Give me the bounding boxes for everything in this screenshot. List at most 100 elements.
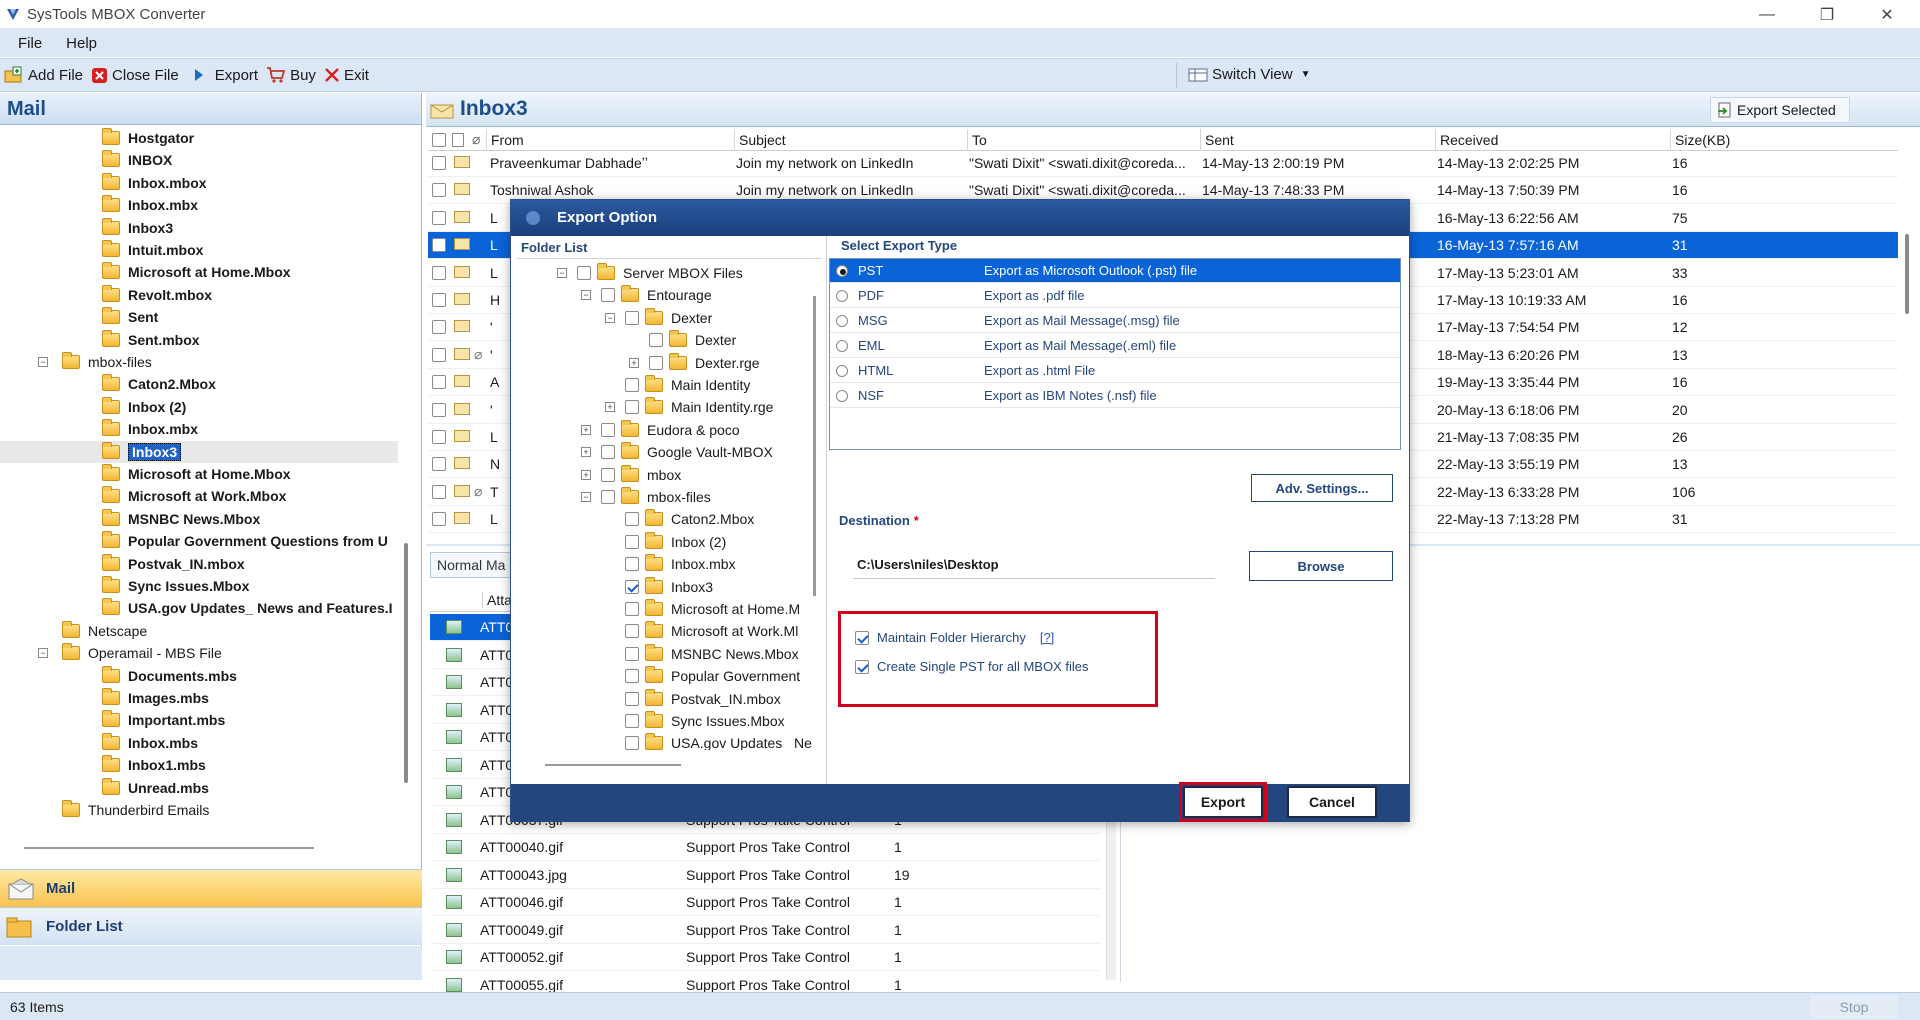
row-checkbox[interactable] bbox=[432, 402, 446, 417]
tree-item[interactable]: Microsoft at Work.Mbox bbox=[102, 485, 286, 507]
dialog-folder-item[interactable]: + Main Identity.rge bbox=[605, 396, 773, 418]
stop-button[interactable]: Stop bbox=[1810, 995, 1898, 1019]
tree-item[interactable]: Sync Issues.Mbox bbox=[102, 575, 249, 597]
tree-item[interactable]: Inbox.mbx bbox=[102, 194, 198, 216]
dialog-folder-item[interactable]: Microsoft at Home.M bbox=[625, 598, 800, 620]
tree-item[interactable]: Inbox.mbs bbox=[102, 732, 198, 754]
dialog-folder-item[interactable]: Inbox3 bbox=[625, 576, 713, 598]
collapse-icon[interactable]: − bbox=[38, 357, 48, 367]
folder-checkbox[interactable] bbox=[625, 669, 639, 684]
attachment-row[interactable]: ATT00049.gif Support Pros Take Control 1 bbox=[430, 917, 1100, 944]
attachment-row[interactable]: ATT00046.gif Support Pros Take Control 1 bbox=[430, 889, 1100, 916]
attachment-row[interactable]: ATT00043.jpg Support Pros Take Control 19 bbox=[430, 862, 1100, 889]
tree-item[interactable]: Hostgator bbox=[102, 127, 194, 149]
export-type-radio[interactable] bbox=[836, 364, 848, 377]
row-checkbox[interactable] bbox=[432, 156, 446, 170]
buy-button[interactable]: Buy bbox=[266, 66, 316, 84]
folder-checkbox[interactable] bbox=[625, 624, 639, 639]
dialog-folder-item[interactable]: MSNBC News.Mbox bbox=[625, 643, 799, 665]
tree-item[interactable]: Images.mbs bbox=[102, 687, 209, 709]
dialog-folder-item[interactable]: Caton2.Mbox bbox=[625, 508, 754, 530]
collapse-icon[interactable]: − bbox=[557, 268, 567, 278]
export-type-radio[interactable] bbox=[836, 264, 848, 277]
folder-checkbox[interactable] bbox=[625, 579, 639, 594]
dialog-folder-item[interactable]: Dexter bbox=[649, 329, 736, 351]
tree-item[interactable]: Microsoft at Home.Mbox bbox=[102, 261, 291, 283]
col-sent[interactable]: Sent bbox=[1200, 129, 1435, 151]
tree-item[interactable]: Unread.mbs bbox=[102, 777, 209, 799]
message-row[interactable]: Praveenkumar Dabhadeʼʼ Join my network on… bbox=[428, 150, 1898, 177]
single-pst-row[interactable]: Create Single PST for all MBOX files bbox=[855, 659, 1088, 674]
attachment-row[interactable]: ATT00040.gif Support Pros Take Control 1 bbox=[430, 834, 1100, 861]
add-file-button[interactable]: Add File bbox=[4, 66, 83, 84]
close-file-button[interactable]: Close File bbox=[91, 67, 179, 84]
dialog-folder-item[interactable]: − Entourage bbox=[581, 284, 712, 306]
nav-mail-button[interactable]: Mail bbox=[0, 869, 422, 907]
export-type-radio[interactable] bbox=[836, 289, 848, 302]
folder-checkbox[interactable] bbox=[625, 736, 639, 750]
row-checkbox[interactable] bbox=[432, 265, 446, 280]
export-type-option[interactable]: PST Export as Microsoft Outlook (.pst) fi… bbox=[830, 259, 1400, 283]
dialog-folder-item[interactable]: − mbox-files bbox=[581, 486, 711, 508]
attachment-col-name[interactable]: Atta bbox=[482, 592, 512, 608]
dialog-folder-item[interactable]: − Dexter bbox=[605, 307, 712, 329]
folder-checkbox[interactable] bbox=[625, 378, 639, 392]
row-checkbox[interactable] bbox=[432, 210, 446, 225]
dialog-folder-item[interactable]: + Eudora & poco bbox=[581, 419, 740, 441]
folder-checkbox[interactable] bbox=[625, 400, 639, 415]
dialog-folder-item[interactable]: Main Identity bbox=[625, 374, 750, 396]
exit-button[interactable]: Exit bbox=[324, 67, 369, 84]
tree-item[interactable]: Thunderbird Emails bbox=[62, 799, 209, 821]
folder-checkbox[interactable] bbox=[601, 467, 615, 482]
tree-item[interactable]: Revolt.mbox bbox=[102, 284, 212, 306]
help-link[interactable]: [?] bbox=[1040, 630, 1054, 645]
expand-icon[interactable]: + bbox=[581, 469, 591, 480]
dialog-folder-item[interactable]: Inbox (2) bbox=[625, 531, 726, 553]
tree-item[interactable]: Intuit.mbox bbox=[102, 239, 203, 261]
row-checkbox[interactable] bbox=[432, 430, 446, 444]
tree-item[interactable]: − Operamail - MBS File bbox=[38, 642, 222, 664]
col-to[interactable]: To bbox=[967, 129, 1193, 151]
menu-file[interactable]: File bbox=[18, 35, 42, 52]
folder-checkbox[interactable] bbox=[649, 355, 663, 370]
folder-checkbox[interactable] bbox=[625, 646, 639, 661]
col-size[interactable]: Size(KB) bbox=[1670, 129, 1898, 151]
folder-checkbox[interactable] bbox=[625, 557, 639, 572]
tree-item[interactable]: Inbox.mbox bbox=[102, 172, 207, 194]
export-type-option[interactable]: HTML Export as .html File bbox=[830, 359, 1400, 383]
collapse-icon[interactable]: − bbox=[605, 312, 615, 323]
dialog-folder-item[interactable]: Popular Government bbox=[625, 665, 800, 687]
export-toolbar-button[interactable]: Export bbox=[193, 67, 258, 84]
menu-help[interactable]: Help bbox=[66, 35, 97, 52]
select-all-checkbox[interactable] bbox=[432, 133, 446, 147]
folder-checkbox[interactable] bbox=[625, 691, 639, 706]
dialog-folder-item[interactable]: Inbox.mbx bbox=[625, 553, 736, 575]
col-subject[interactable]: Subject bbox=[734, 129, 967, 151]
tree-item[interactable]: Inbox3 bbox=[0, 440, 398, 463]
restore-button[interactable]: ❐ bbox=[1798, 0, 1856, 29]
tree-item[interactable]: Important.mbs bbox=[102, 709, 225, 731]
minimize-button[interactable]: — bbox=[1738, 0, 1796, 29]
col-received[interactable]: Received bbox=[1435, 129, 1670, 151]
single-pst-checkbox[interactable] bbox=[855, 659, 869, 674]
tree-item[interactable]: Documents.mbs bbox=[102, 665, 237, 687]
nav-folder-list-button[interactable]: Folder List bbox=[0, 907, 422, 945]
tree-item[interactable]: MSNBC News.Mbox bbox=[102, 508, 260, 530]
normal-mail-tab[interactable]: Normal Ma bbox=[430, 552, 518, 578]
row-checkbox[interactable] bbox=[432, 375, 446, 390]
tree-hscrollbar[interactable] bbox=[24, 847, 314, 849]
grid-scrollbar[interactable] bbox=[1905, 234, 1909, 314]
expand-icon[interactable]: + bbox=[629, 357, 639, 368]
folder-checkbox[interactable] bbox=[625, 714, 639, 728]
col-from[interactable]: From bbox=[486, 129, 672, 151]
folder-checkbox[interactable] bbox=[577, 266, 591, 280]
export-button[interactable]: Export bbox=[1179, 782, 1267, 822]
tree-item[interactable]: Sent.mbox bbox=[102, 329, 200, 351]
export-type-option[interactable]: MSG Export as Mail Message(.msg) file bbox=[830, 309, 1400, 333]
folder-checkbox[interactable] bbox=[601, 445, 615, 460]
tree-item[interactable]: Microsoft at Home.Mbox bbox=[102, 463, 291, 485]
folder-checkbox[interactable] bbox=[625, 602, 639, 616]
expand-icon[interactable]: + bbox=[581, 447, 591, 458]
row-checkbox[interactable] bbox=[432, 512, 446, 527]
adv-settings-button[interactable]: Adv. Settings... bbox=[1251, 474, 1393, 502]
